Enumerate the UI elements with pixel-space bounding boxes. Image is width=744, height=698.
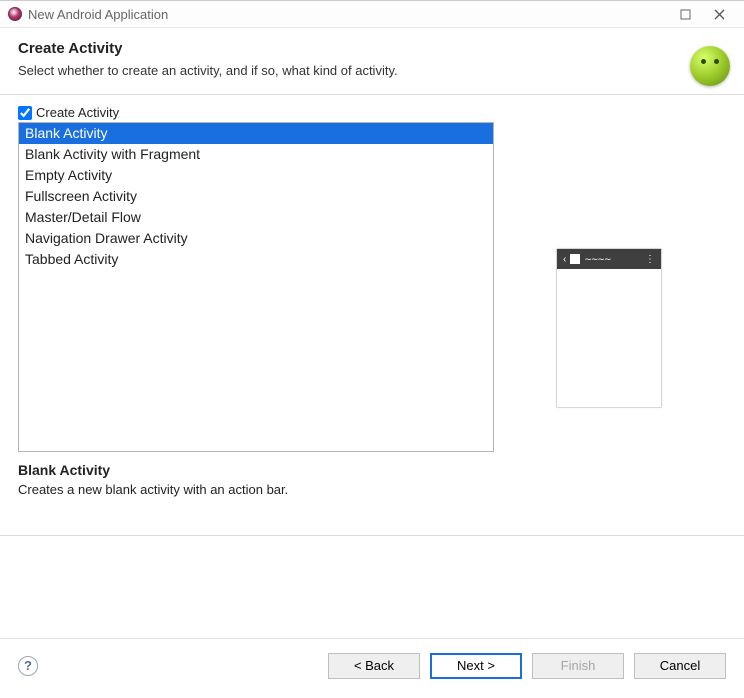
maximize-button[interactable] [668,3,702,25]
wizard-footer: ? < Back Next > Finish Cancel [0,638,744,692]
activity-description: Blank Activity Creates a new blank activ… [0,452,744,521]
activity-list-item[interactable]: Navigation Drawer Activity [19,228,493,249]
wizard-header: Create Activity Select whether to create… [0,28,744,95]
preview-back-icon: ‹ [563,254,566,265]
activity-list-item[interactable]: Fullscreen Activity [19,186,493,207]
finish-button[interactable]: Finish [532,653,624,679]
preview-menu-icon: ⋮ [645,254,655,265]
activity-type-list[interactable]: Blank ActivityBlank Activity with Fragme… [18,122,494,452]
description-title: Blank Activity [18,462,726,478]
description-text: Creates a new blank activity with an act… [18,482,726,497]
activity-list-item[interactable]: Empty Activity [19,165,493,186]
cancel-button[interactable]: Cancel [634,653,726,679]
back-button[interactable]: < Back [328,653,420,679]
preview-app-icon [570,254,580,264]
activity-preview: ‹ ∼∼∼∼ ⋮ [556,248,662,408]
window-title: New Android Application [28,7,668,22]
activity-list-item[interactable]: Blank Activity [19,123,493,144]
window-titlebar: New Android Application [0,0,744,28]
create-activity-checkbox[interactable] [18,106,32,120]
preview-actionbar: ‹ ∼∼∼∼ ⋮ [557,249,661,269]
page-title: Create Activity [18,40,726,57]
help-icon[interactable]: ? [18,656,38,676]
close-button[interactable] [702,3,736,25]
next-button[interactable]: Next > [430,653,522,679]
activity-list-item[interactable]: Master/Detail Flow [19,207,493,228]
activity-list-item[interactable]: Tabbed Activity [19,249,493,270]
android-icon [690,46,730,86]
eclipse-icon [8,7,22,21]
create-activity-label: Create Activity [36,105,119,120]
preview-title-placeholder: ∼∼∼∼ [584,254,610,265]
create-activity-checkbox-row[interactable]: Create Activity [18,105,726,120]
activity-list-item[interactable]: Blank Activity with Fragment [19,144,493,165]
page-subtitle: Select whether to create an activity, an… [18,63,726,78]
wizard-content: Create Activity Blank ActivityBlank Acti… [0,95,744,536]
